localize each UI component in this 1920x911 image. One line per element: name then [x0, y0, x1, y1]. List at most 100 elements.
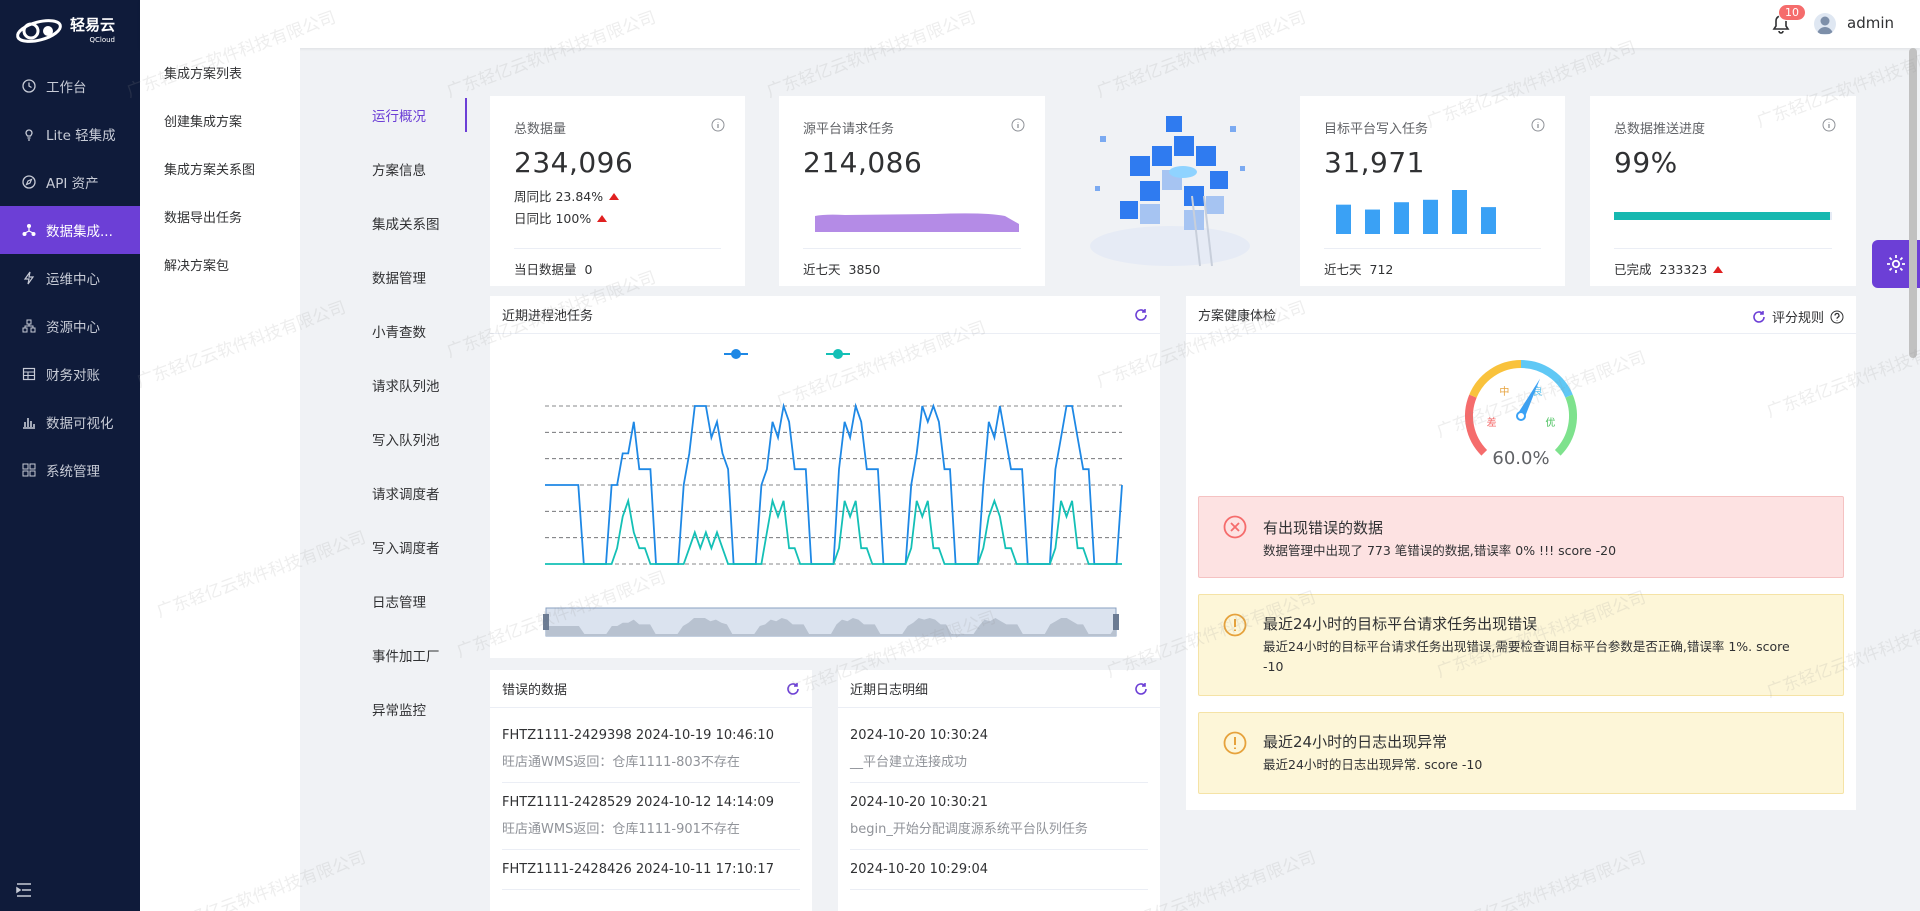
- nav-item-2[interactable]: API 资产: [0, 158, 140, 206]
- nav-item-4[interactable]: 运维中心: [0, 254, 140, 302]
- gauge-segment: [1469, 360, 1522, 398]
- watermark-text: 广东轻亿云软件科技有限公司: [1434, 847, 1649, 911]
- panel-header: 近期日志明细: [838, 670, 1160, 708]
- nav-item-0[interactable]: 工作台: [0, 62, 140, 110]
- tab-3[interactable]: 数据管理: [355, 250, 467, 304]
- rules-label[interactable]: 评分规则: [1772, 307, 1824, 326]
- brand-logo[interactable]: 轻易云 QCloud: [0, 0, 140, 62]
- subnav-item-1[interactable]: 创建集成方案: [140, 96, 300, 144]
- tab-5[interactable]: 请求队列池: [355, 358, 467, 412]
- footer-value: 233323: [1659, 262, 1708, 277]
- list-item-title: FHTZ1111-2429398 2024-10-19 10:46:10: [502, 728, 774, 743]
- info-icon[interactable]: [711, 118, 725, 132]
- error-circle-icon: [1223, 515, 1247, 539]
- username[interactable]: admin: [1847, 14, 1894, 32]
- stat-card-progress: 总数据推送进度 99% 已完成 233323: [1590, 96, 1856, 286]
- main-nav: 轻易云 QCloud 工作台 Lite 轻集成 API 资产数据集成... 运维中心资…: [0, 0, 140, 911]
- dod-text: 日同比 100%: [514, 211, 592, 226]
- list-item-title: 2024-10-20 10:30:21: [850, 795, 989, 810]
- panel-title: 近期进程池任务: [502, 309, 594, 324]
- list-item[interactable]: 2024-10-20 10:30:24 __平台建立连接成功: [850, 716, 1148, 783]
- panel-header: 错误的数据: [490, 670, 812, 708]
- footer-label: 已完成: [1614, 262, 1652, 277]
- nav-item-5[interactable]: 资源中心: [0, 302, 140, 350]
- list-item[interactable]: 2024-10-20 10:29:04: [850, 850, 1148, 890]
- nav-item-6[interactable]: 财务对账: [0, 350, 140, 398]
- warning-circle-icon: [1223, 731, 1247, 755]
- list-item[interactable]: FHTZ1111-2429398 2024-10-19 10:46:10 旺店通W…: [502, 716, 800, 783]
- stat-title: 源平台请求任务: [803, 122, 895, 137]
- nav-item-8[interactable]: 系统管理: [0, 446, 140, 494]
- stat-value: 99%: [1614, 146, 1678, 179]
- source-area-sparkline: [815, 213, 1019, 232]
- refresh-icon[interactable]: [786, 682, 800, 696]
- target-bar: [1394, 202, 1409, 234]
- gauge-label: 中: [1499, 385, 1509, 398]
- list-item[interactable]: FHTZ1111-2428426 2024-10-11 17:10:17: [502, 850, 800, 890]
- nav-item-label: 数据可视化: [46, 416, 114, 432]
- footer-label: 近七天: [803, 262, 841, 277]
- tab-4[interactable]: 小青查数: [355, 304, 467, 358]
- top-bar: 10 admin: [140, 0, 1920, 48]
- info-icon[interactable]: [1531, 118, 1545, 132]
- page-scrollbar[interactable]: [1909, 48, 1917, 358]
- nav-item-label: Lite 轻集成: [46, 128, 116, 144]
- list-item[interactable]: FHTZ1111-2428529 2024-10-12 14:14:09 旺店通W…: [502, 783, 800, 850]
- info-icon[interactable]: [1822, 118, 1836, 132]
- subnav-item-4[interactable]: 解决方案包: [140, 240, 300, 288]
- tab-8[interactable]: 写入调度者: [355, 520, 467, 574]
- panel-header: 近期进程池任务: [490, 296, 1160, 334]
- refresh-icon[interactable]: [1134, 308, 1148, 322]
- stat-footer: 近七天 712: [1324, 248, 1541, 278]
- nav-item-label: 数据集成...: [46, 224, 113, 240]
- tab-10[interactable]: 事件加工厂: [355, 628, 467, 682]
- stat-title: 目标平台写入任务: [1324, 122, 1429, 137]
- nav-item-7[interactable]: 数据可视化: [0, 398, 140, 446]
- help-icon[interactable]: [1830, 310, 1844, 324]
- sub-nav: 集成方案列表 创建集成方案 集成方案关系图 数据导出任务 解决方案包: [140, 48, 300, 911]
- target-bar: [1423, 199, 1438, 234]
- nav-item-3[interactable]: 数据集成...: [0, 206, 140, 254]
- collapse-menu-icon[interactable]: [16, 883, 32, 897]
- score-rules-link[interactable]: 评分规则: [1752, 307, 1844, 326]
- list-item[interactable]: 2024-10-20 10:30:21 begin_开始分配调度源系统平台队列任务: [850, 783, 1148, 850]
- refresh-icon[interactable]: [1752, 310, 1766, 324]
- footer-value: 0: [584, 262, 593, 277]
- list-item-title: 2024-10-20 10:29:04: [850, 862, 989, 877]
- tab-0[interactable]: 运行概况: [355, 88, 467, 142]
- nav-item-1[interactable]: Lite 轻集成: [0, 110, 140, 158]
- compass-icon: [22, 175, 36, 189]
- tab-7[interactable]: 请求调度者: [355, 466, 467, 520]
- clock-icon: [22, 79, 36, 93]
- stat-value: 234,096: [514, 146, 634, 179]
- tab-9[interactable]: 日志管理: [355, 574, 467, 628]
- up-arrow-icon: [597, 215, 608, 222]
- tab-6[interactable]: 写入队列池: [355, 412, 467, 466]
- subnav-item-2[interactable]: 集成方案关系图: [140, 144, 300, 192]
- tab-2[interactable]: 集成关系图: [355, 196, 467, 250]
- info-icon[interactable]: [1011, 118, 1025, 132]
- stat-title: 总数据推送进度: [1614, 122, 1706, 137]
- tab-1[interactable]: 方案信息: [355, 142, 467, 196]
- list-item-title: FHTZ1111-2428529 2024-10-12 14:14:09: [502, 795, 774, 810]
- alert-error: 有出现错误的数据 数据管理中出现了 773 笔错误的数据,错误率 0% !!! …: [1198, 496, 1844, 578]
- subnav-item-0[interactable]: 集成方案列表: [140, 48, 300, 96]
- nav-item-label: 运维中心: [46, 272, 100, 288]
- stat-footer: 已完成 233323: [1614, 248, 1832, 278]
- cluster-icon: [22, 319, 36, 333]
- tab-11[interactable]: 异常监控: [355, 682, 467, 736]
- stat-title: 总数据量: [514, 122, 567, 137]
- log-detail-panel: 近期日志明细 2024-10-20 10:30:24 __平台建立连接成功 2024…: [838, 670, 1160, 911]
- gauge-label: 差: [1487, 416, 1497, 429]
- alert-title: 最近24小时的目标平台请求任务出现错误: [1263, 615, 1538, 633]
- avatar[interactable]: [1814, 13, 1836, 35]
- footer-label: 当日数据量: [514, 262, 577, 277]
- warning-circle-icon: [1223, 613, 1247, 637]
- brand-name: 轻易云: [70, 16, 116, 34]
- alert-text: 最近24小时的日志出现异常. score -10: [1263, 757, 1483, 772]
- subnav-item-3[interactable]: 数据导出任务: [140, 192, 300, 240]
- stat-card-total: 总数据量 234,096 周同比 23.84% 日同比 100% 当日数据量 0: [490, 96, 745, 286]
- refresh-icon[interactable]: [1134, 682, 1148, 696]
- pool-line-chart[interactable]: [490, 334, 1160, 658]
- gauge-label: 优: [1545, 416, 1555, 429]
